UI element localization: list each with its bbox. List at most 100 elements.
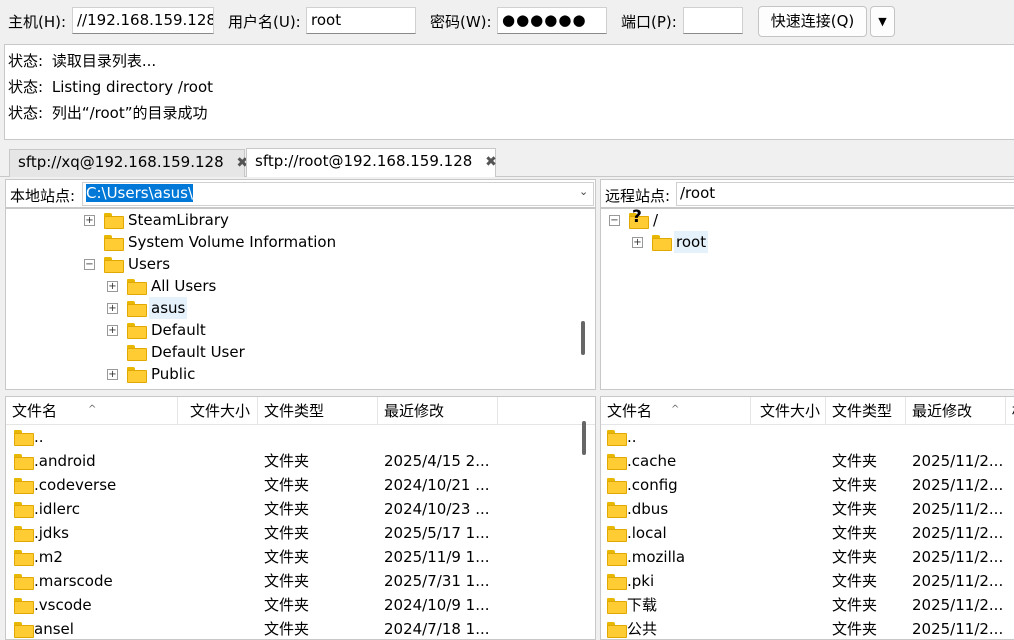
message-log[interactable]: 状态: 读取目录列表... 状态: Listing directory /roo… — [4, 44, 1014, 140]
log-status-prefix: 状态: — [8, 52, 44, 70]
tree-node-label: SteamLibrary — [128, 211, 229, 229]
folder-icon — [14, 478, 34, 494]
column-header-filetype[interactable]: 文件类型 — [826, 397, 906, 425]
quickconnect-history-dropdown[interactable]: ▼ — [870, 6, 895, 37]
folder-icon — [607, 478, 627, 494]
local-path-input[interactable]: C:\Users\asus\ — [82, 182, 594, 206]
remote-path-input[interactable]: /root — [676, 182, 1014, 206]
column-header-filetype[interactable]: 文件类型 — [258, 397, 378, 425]
log-line: 状态: 列出“/root”的目录成功 — [5, 102, 1014, 128]
file-type: 文件夹 — [264, 596, 310, 614]
log-message: 读取目录列表... — [51, 52, 157, 70]
table-row[interactable]: .jdks 文件夹 2025/5/17 1... — [6, 521, 595, 545]
host-input[interactable]: //192.168.159.128 — [72, 7, 214, 34]
column-header-permissions[interactable]: 权 — [1006, 397, 1014, 425]
folder-icon — [104, 235, 124, 251]
table-row[interactable]: .config 文件夹 2025/11/2... — [601, 473, 1014, 497]
table-row[interactable]: .m2 文件夹 2025/11/9 1... — [6, 545, 595, 569]
folder-icon — [127, 279, 147, 295]
table-row[interactable]: .local 文件夹 2025/11/2... — [601, 521, 1014, 545]
folder-icon — [607, 598, 627, 614]
table-row[interactable]: .. — [601, 425, 1014, 449]
expand-icon[interactable]: + — [107, 281, 118, 292]
table-row[interactable]: .dbus 文件夹 2025/11/2... — [601, 497, 1014, 521]
column-header-modified[interactable]: 最近修改 — [906, 397, 1006, 425]
folder-icon — [607, 622, 627, 638]
expand-icon[interactable]: + — [84, 215, 95, 226]
column-header-filesize[interactable]: 文件大小 — [751, 397, 826, 425]
file-type: 文件夹 — [264, 548, 310, 566]
local-directory-tree[interactable]: + SteamLibrary System Volume Information… — [5, 208, 596, 390]
table-row[interactable]: .mozilla 文件夹 2025/11/2... — [601, 545, 1014, 569]
tab-xq-connection[interactable]: sftp://xq@192.168.159.128 ✖ — [9, 149, 248, 177]
table-row[interactable]: .pki 文件夹 2025/11/2... — [601, 569, 1014, 593]
file-list-header: 文件名 ^ 文件大小 文件类型 最近修改 — [6, 397, 595, 425]
expand-icon[interactable]: + — [107, 325, 118, 336]
close-icon[interactable]: ✖ — [485, 154, 497, 170]
file-modified: 2025/11/2... — [912, 500, 1004, 518]
table-row[interactable]: 公共 文件夹 2025/11/2... — [601, 617, 1014, 639]
file-type: 文件夹 — [832, 524, 878, 542]
port-input[interactable] — [683, 7, 743, 34]
file-modified: 2025/11/9 1... — [384, 548, 490, 566]
file-modified: 2024/10/21 ... — [384, 476, 490, 494]
chevron-down-icon: ▼ — [878, 15, 887, 28]
table-row[interactable]: .vscode 文件夹 2024/10/9 1... — [6, 593, 595, 617]
column-header-filename[interactable]: 文件名 ^ — [6, 397, 178, 425]
file-name: .pki — [627, 572, 655, 590]
file-type: 文件夹 — [832, 476, 878, 494]
file-modified: 2025/11/2... — [912, 452, 1004, 470]
local-file-list[interactable]: 文件名 ^ 文件大小 文件类型 最近修改 .. .android 文件夹 202… — [5, 396, 596, 640]
file-type: 文件夹 — [264, 452, 310, 470]
column-header-modified[interactable]: 最近修改 — [378, 397, 498, 425]
remote-directory-tree[interactable]: − ? / + root — [600, 208, 1014, 390]
connection-tabs: sftp://xq@192.168.159.128 ✖ sftp://root@… — [0, 140, 1014, 178]
file-name: .codeverse — [34, 476, 117, 494]
file-type: 文件夹 — [832, 452, 878, 470]
file-name: .jdks — [34, 524, 69, 542]
expand-icon[interactable]: + — [632, 237, 643, 248]
tree-scrollbar-thumb[interactable] — [581, 321, 585, 355]
file-name: .dbus — [627, 500, 669, 518]
folder-icon — [127, 345, 147, 361]
table-row[interactable]: .cache 文件夹 2025/11/2... — [601, 449, 1014, 473]
file-type: 文件夹 — [264, 620, 310, 638]
table-row[interactable]: .marscode 文件夹 2025/7/31 1... — [6, 569, 595, 593]
file-name: .local — [627, 524, 667, 542]
file-modified: 2025/7/31 1... — [384, 572, 490, 590]
collapse-icon[interactable]: − — [84, 259, 95, 270]
column-header-filesize[interactable]: 文件大小 — [178, 397, 258, 425]
local-site-label: 本地站点: — [10, 187, 76, 205]
username-input[interactable]: root — [306, 7, 416, 34]
chevron-down-icon[interactable]: ⌄ — [579, 185, 588, 198]
file-name: .config — [627, 476, 678, 494]
password-input[interactable]: ●●●●●● — [497, 7, 607, 34]
quickconnect-button[interactable]: 快速连接(Q) — [758, 6, 867, 37]
file-list-scrollbar-thumb[interactable] — [582, 421, 586, 455]
table-row[interactable]: .codeverse 文件夹 2024/10/21 ... — [6, 473, 595, 497]
table-row[interactable]: .idlerc 文件夹 2024/10/23 ... — [6, 497, 595, 521]
log-message: Listing directory /root — [51, 78, 214, 96]
file-name: ansel — [34, 620, 74, 638]
table-row[interactable]: .. — [6, 425, 595, 449]
file-modified: 2024/10/9 1... — [384, 596, 490, 614]
file-type: 文件夹 — [832, 620, 878, 638]
tab-root-connection[interactable]: sftp://root@192.168.159.128 ✖ — [246, 148, 497, 177]
file-modified: 2025/11/2... — [912, 596, 1004, 614]
expand-icon[interactable]: + — [107, 369, 118, 380]
column-header-filename[interactable]: 文件名 ^ — [601, 397, 751, 425]
file-type: 文件夹 — [264, 572, 310, 590]
table-row[interactable]: .android 文件夹 2025/4/15 2... — [6, 449, 595, 473]
folder-icon — [652, 235, 672, 251]
table-row[interactable]: 下载 文件夹 2025/11/2... — [601, 593, 1014, 617]
folder-icon — [607, 574, 627, 590]
remote-site-label: 远程站点: — [605, 187, 671, 205]
table-row[interactable]: ansel 文件夹 2024/7/18 1... — [6, 617, 595, 639]
file-name: .. — [34, 428, 44, 446]
remote-file-list[interactable]: 文件名 ^ 文件大小 文件类型 最近修改 权 .. .cache 文件夹 202… — [600, 396, 1014, 640]
expand-icon[interactable]: + — [107, 303, 118, 314]
collapse-icon[interactable]: − — [609, 215, 620, 226]
sort-ascending-icon: ^ — [671, 404, 680, 415]
file-name: .marscode — [34, 572, 113, 590]
file-name: .. — [627, 428, 637, 446]
